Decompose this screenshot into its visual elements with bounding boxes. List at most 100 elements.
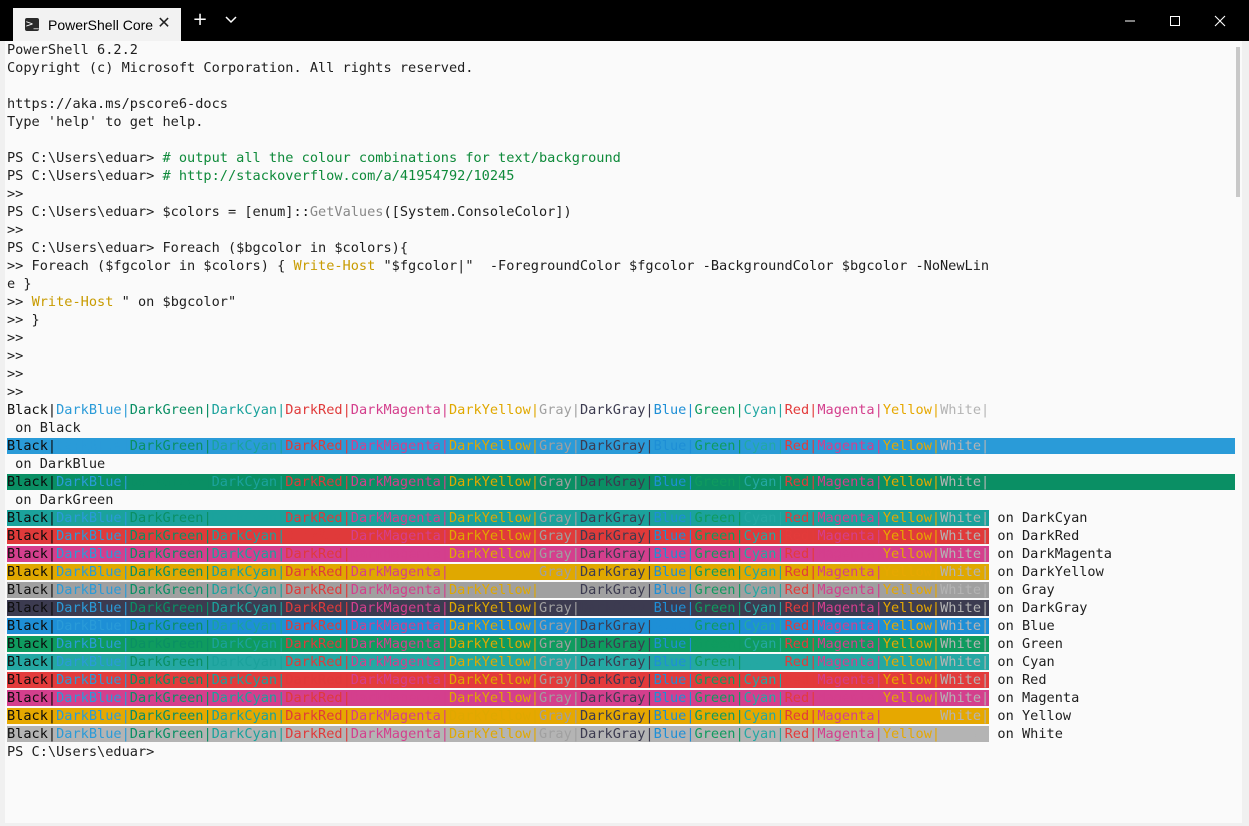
scrollbar-thumb[interactable] bbox=[1236, 47, 1240, 197]
text-segment: Yellow| bbox=[882, 582, 941, 598]
powershell-icon: >_ bbox=[25, 18, 39, 31]
text-segment: Yellow| bbox=[882, 402, 941, 418]
text-segment: DarkBlue| bbox=[56, 528, 130, 544]
text-segment: on DarkMagenta bbox=[997, 546, 1112, 562]
text-segment: DarkRed| bbox=[285, 564, 351, 580]
text-segment: DarkYellow| bbox=[449, 654, 540, 670]
text-segment: White| bbox=[940, 708, 990, 724]
text-segment: Black| bbox=[7, 474, 57, 490]
text-segment: Gray| bbox=[539, 402, 580, 418]
text-segment: Green| bbox=[694, 636, 744, 652]
terminal-content[interactable]: PowerShell 6.2.2 Copyright (c) Microsoft … bbox=[5, 41, 1242, 823]
text-segment: DarkGreen| bbox=[129, 474, 212, 490]
terminal-line: PS C:\Users\eduar> $colors = [enum]::Get… bbox=[7, 203, 1242, 221]
scrollbar[interactable] bbox=[1235, 41, 1242, 823]
text-segment: Black| bbox=[7, 546, 57, 562]
text-segment: DarkGray| bbox=[579, 726, 654, 742]
text-segment: on White bbox=[997, 726, 1063, 742]
text-segment: DarkCyan| bbox=[211, 618, 286, 634]
text-segment: DarkCyan| bbox=[211, 600, 286, 616]
text-segment: Cyan| bbox=[743, 708, 785, 724]
text-segment: Gray| bbox=[539, 438, 580, 454]
text-segment: DarkYellow| bbox=[449, 726, 540, 742]
text-segment: PS C:\Users\eduar> bbox=[7, 168, 163, 184]
text-segment: White| bbox=[940, 600, 990, 616]
text-segment: Green| bbox=[694, 618, 744, 634]
terminal-line: Type 'help' to get help. bbox=[7, 114, 204, 130]
new-tab-button[interactable]: + bbox=[188, 8, 212, 32]
text-segment: DarkRed| bbox=[285, 582, 351, 598]
text-segment: Yellow| bbox=[882, 600, 941, 616]
text-segment: Green| bbox=[694, 582, 744, 598]
text-segment bbox=[989, 438, 1242, 454]
text-segment: DarkGray| bbox=[579, 546, 654, 562]
text-segment: DarkCyan| bbox=[211, 528, 286, 544]
terminal-line: Copyright (c) Microsoft Corporation. All… bbox=[7, 60, 474, 76]
text-segment: Green| bbox=[694, 726, 744, 742]
text-segment: DarkMagenta| bbox=[350, 600, 449, 616]
terminal-line: PS C:\Users\eduar> # http://stackoverflo… bbox=[7, 167, 1242, 185]
maximize-button[interactable] bbox=[1157, 4, 1193, 40]
text-segment: on DarkGreen bbox=[7, 492, 114, 508]
text-segment: DarkRed| bbox=[285, 546, 351, 562]
text-segment: Green| bbox=[694, 708, 744, 724]
text-segment: White| bbox=[940, 546, 990, 562]
text-segment: DarkBlue| bbox=[56, 564, 130, 580]
text-segment: White| bbox=[940, 402, 990, 418]
text-segment: DarkCyan| bbox=[211, 690, 286, 706]
dropdown-chevron-icon[interactable] bbox=[219, 8, 243, 32]
text-segment: on Gray bbox=[997, 582, 1055, 598]
text-segment: DarkMagenta| bbox=[350, 654, 449, 670]
text-segment: DarkCyan| bbox=[211, 708, 286, 724]
text-segment: White| bbox=[940, 636, 990, 652]
text-segment: Magenta| bbox=[817, 474, 883, 490]
text-segment: Magenta| bbox=[817, 546, 883, 562]
text-segment: Gray| bbox=[539, 564, 580, 580]
text-segment: Black| bbox=[7, 582, 57, 598]
color-row-blue: Black|DarkBlue|DarkGreen|DarkCyan|DarkRe… bbox=[7, 617, 1242, 635]
color-row-cyan: Black|DarkBlue|DarkGreen|DarkCyan|DarkRe… bbox=[7, 653, 1242, 671]
text-segment: DarkGreen| bbox=[129, 510, 212, 526]
text-segment: DarkCyan| bbox=[211, 402, 286, 418]
text-segment: DarkMagenta| bbox=[350, 672, 449, 688]
text-segment: Magenta| bbox=[817, 402, 883, 418]
text-segment: Red| bbox=[784, 708, 818, 724]
terminal-line: https://aka.ms/pscore6-docs bbox=[7, 96, 228, 112]
text-segment: Gray| bbox=[539, 582, 580, 598]
text-segment: Magenta| bbox=[817, 438, 883, 454]
text-segment: White| bbox=[940, 654, 990, 670]
text-segment: Cyan| bbox=[743, 726, 785, 742]
text-segment: Magenta| bbox=[817, 708, 883, 724]
color-row-darkred: Black|DarkBlue|DarkGreen|DarkCyan|DarkRe… bbox=[7, 527, 1242, 545]
tab-close-icon[interactable]: ✕ bbox=[155, 14, 173, 32]
tab-powershell-core[interactable]: >_ PowerShell Core ✕ bbox=[13, 8, 181, 41]
text-segment: DarkYellow| bbox=[449, 636, 540, 652]
text-segment: DarkRed| bbox=[285, 654, 351, 670]
text-segment: DarkBlue| bbox=[56, 438, 130, 454]
terminal-line: >> bbox=[7, 330, 24, 346]
text-segment: Cyan| bbox=[743, 474, 785, 490]
text-segment: DarkGreen| bbox=[129, 528, 212, 544]
text-segment: White| bbox=[940, 474, 990, 490]
text-segment: DarkMagenta| bbox=[350, 438, 449, 454]
text-segment: Yellow| bbox=[882, 528, 941, 544]
close-button[interactable] bbox=[1202, 4, 1238, 40]
text-segment: DarkGray| bbox=[579, 510, 654, 526]
minimize-button[interactable] bbox=[1112, 4, 1148, 40]
text-segment: DarkRed| bbox=[285, 528, 351, 544]
text-segment: Black| bbox=[7, 672, 57, 688]
text-segment: Gray| bbox=[539, 726, 580, 742]
text-segment bbox=[989, 474, 1242, 490]
text-segment: Yellow| bbox=[882, 510, 941, 526]
text-segment: Black| bbox=[7, 690, 57, 706]
text-segment: Blue| bbox=[653, 474, 695, 490]
text-segment: Magenta| bbox=[817, 528, 883, 544]
text-segment: DarkMagenta| bbox=[350, 546, 449, 562]
text-segment: Blue| bbox=[653, 546, 695, 562]
text-segment: Gray| bbox=[539, 672, 580, 688]
text-segment: DarkGreen| bbox=[129, 438, 212, 454]
text-segment: Gray| bbox=[539, 636, 580, 652]
terminal-line: on DarkBlue bbox=[7, 455, 1242, 473]
text-segment: Cyan| bbox=[743, 402, 785, 418]
